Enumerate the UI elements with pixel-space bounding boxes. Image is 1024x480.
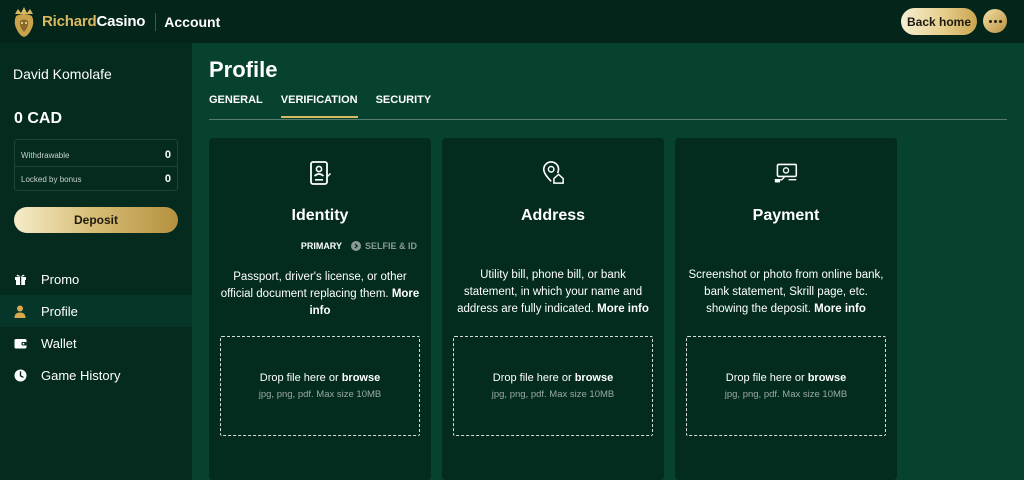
card-title: Address [520, 207, 586, 224]
withdrawable-row: Withdrawable 0 [21, 149, 171, 161]
card-description: Utility bill, phone bill, or bank statem… [452, 267, 654, 318]
brand-part1: Richard [42, 13, 97, 30]
user-icon [13, 304, 27, 318]
sidebar-item-promo[interactable]: Promo [0, 263, 192, 295]
more-info-link[interactable]: More info [814, 303, 866, 315]
payment-card: Payment Screenshot or photo from online … [675, 138, 897, 480]
document-tags: PRIMARY SELFIE & ID [301, 241, 417, 251]
more-menu-button[interactable] [983, 9, 1007, 33]
tabs-divider [209, 119, 1007, 120]
logo[interactable]: RichardCasino [10, 5, 145, 39]
balance-breakdown: Withdrawable 0 Locked by bonus 0 [14, 139, 178, 191]
header-divider [155, 12, 157, 31]
brand-name: RichardCasino [42, 13, 145, 30]
chevron-right-icon [350, 241, 361, 251]
card-title: Payment [752, 207, 820, 224]
sidebar-item-label: Wallet [41, 335, 77, 351]
drop-instructions: Drop file here or browse [454, 372, 652, 384]
ellipsis-dot [993, 19, 997, 23]
clock-icon [13, 368, 27, 382]
file-drop-zone[interactable]: Drop file here or browse jpg, png, pdf. … [220, 336, 420, 436]
tag-secondary[interactable]: SELFIE & ID [365, 241, 417, 251]
page-title: Profile [209, 57, 278, 82]
card-title: Identity [291, 207, 349, 224]
withdrawable-label: Withdrawable [21, 150, 70, 160]
drop-text: Drop file here or [492, 372, 572, 384]
location-home-icon [541, 159, 565, 187]
sidebar-item-profile[interactable]: Profile [0, 295, 192, 327]
back-home-button[interactable]: Back home [901, 8, 977, 35]
brand-part2: Casino [96, 13, 146, 30]
identity-card: Identity PRIMARY SELFIE & ID Passport, d… [209, 138, 431, 480]
description-text: Passport, driver's license, or other off… [220, 271, 407, 300]
gift-icon [13, 272, 27, 286]
file-drop-zone[interactable]: Drop file here or browse jpg, png, pdf. … [453, 336, 653, 436]
card-description: Passport, driver's license, or other off… [219, 269, 421, 320]
profile-tabs: GENERAL VERIFICATION SECURITY [209, 94, 449, 118]
file-drop-zone[interactable]: Drop file here or browse jpg, png, pdf. … [686, 336, 886, 436]
deposit-button[interactable]: Deposit [14, 207, 178, 233]
tag-primary: PRIMARY [300, 241, 342, 251]
sidebar-item-game-history[interactable]: Game History [0, 359, 192, 391]
browse-link[interactable]: browse [575, 372, 614, 384]
user-name: David Komolafe [13, 66, 112, 82]
address-card: Address Utility bill, phone bill, or ban… [442, 138, 664, 480]
ellipsis-icon [988, 19, 992, 23]
browse-link[interactable]: browse [342, 372, 381, 384]
section-title: Account [164, 13, 221, 30]
drop-instructions: Drop file here or browse [221, 372, 419, 384]
file-hint: jpg, png, pdf. Max size 10MB [258, 389, 382, 400]
file-hint: jpg, png, pdf. Max size 10MB [724, 389, 848, 400]
more-info-link[interactable]: More info [597, 303, 649, 315]
drop-text: Drop file here or [725, 372, 805, 384]
sidebar-item-wallet[interactable]: Wallet [0, 327, 192, 359]
browse-link[interactable]: browse [808, 372, 847, 384]
sidebar-item-label: Profile [41, 303, 78, 319]
wallet-icon [13, 336, 27, 350]
locked-value: 0 [164, 173, 171, 185]
sidebar-item-label: Game History [41, 367, 121, 383]
file-hint: jpg, png, pdf. Max size 10MB [491, 389, 615, 400]
tab-verification[interactable]: VERIFICATION [280, 94, 358, 118]
lion-crown-icon [14, 6, 34, 37]
locked-label: Locked by bonus [21, 174, 82, 184]
top-bar: RichardCasino Account [0, 0, 1024, 43]
id-badge-icon [308, 159, 332, 187]
sidebar: David Komolafe 0 CAD Withdrawable 0 Lock… [0, 43, 192, 480]
withdrawable-value: 0 [164, 149, 171, 161]
sidebar-item-label: Promo [41, 271, 80, 287]
drop-text: Drop file here or [259, 372, 339, 384]
tab-general[interactable]: GENERAL [209, 94, 263, 117]
drop-instructions: Drop file here or browse [687, 372, 885, 384]
balance-divider [15, 166, 177, 167]
card-description: Screenshot or photo from online bank, ba… [685, 267, 887, 318]
tab-security[interactable]: SECURITY [376, 94, 432, 117]
payment-screen-icon [774, 159, 798, 187]
locked-row: Locked by bonus 0 [21, 173, 171, 185]
ellipsis-dot [998, 19, 1002, 23]
balance: 0 CAD [14, 110, 63, 127]
